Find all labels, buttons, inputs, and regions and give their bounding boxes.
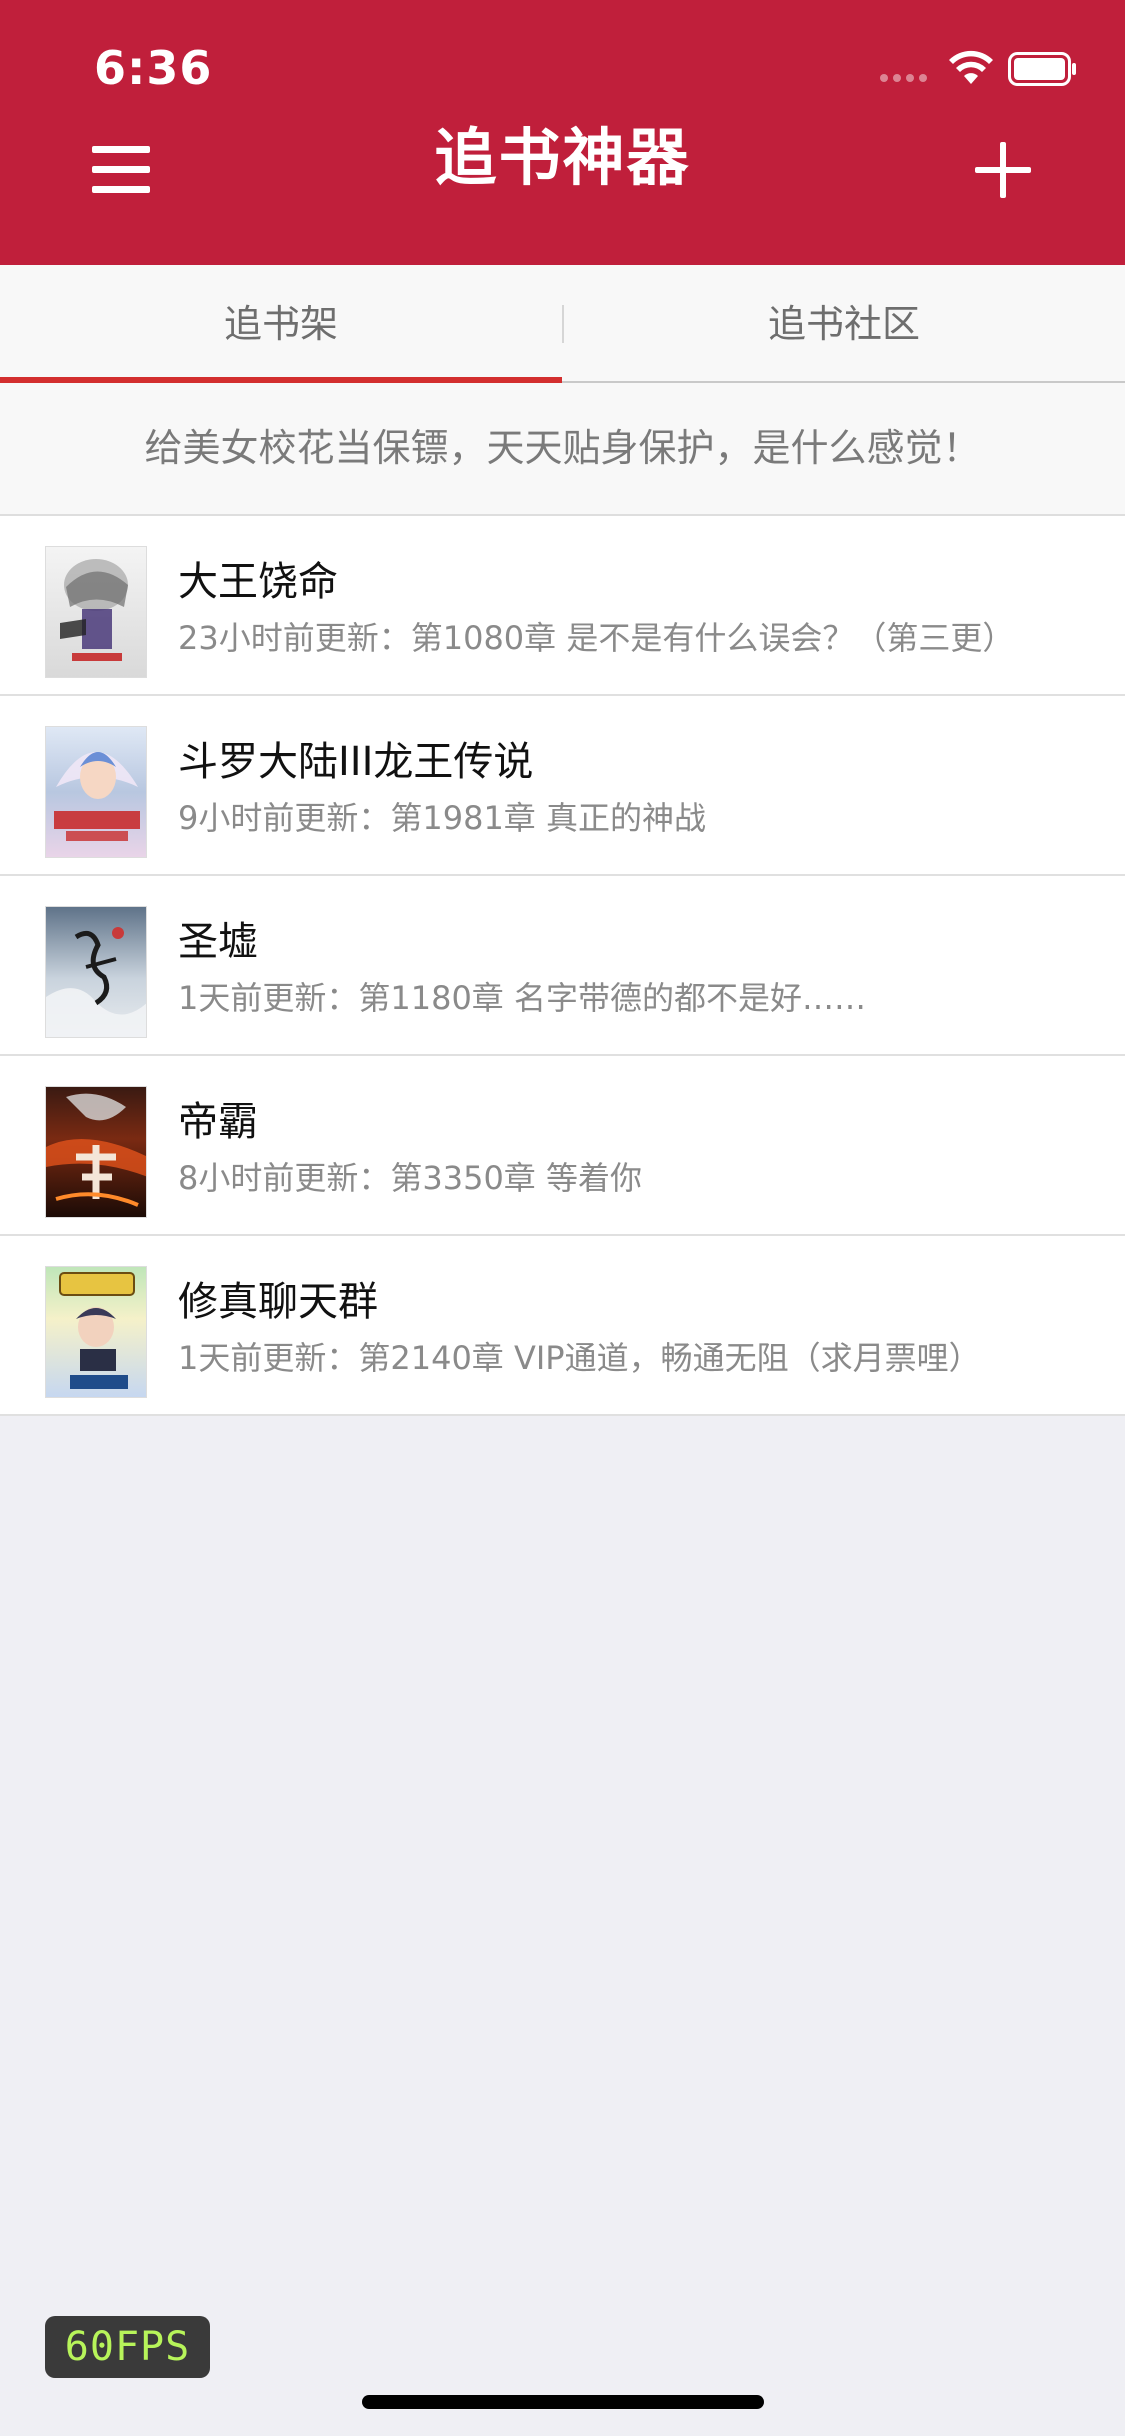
- promo-banner[interactable]: 给美女校花当保镖，天天贴身保护，是什么感觉！: [0, 383, 1125, 516]
- book-update-info: 1天前更新：第1180章 名字带德的都不是好……: [178, 979, 866, 1017]
- tab-community[interactable]: 追书社区: [563, 265, 1125, 383]
- status-time: 6:36: [94, 41, 213, 95]
- book-update-info: 9小时前更新：第1981章 真正的神战: [178, 799, 706, 837]
- book-cover-image: [45, 546, 147, 678]
- book-title: 斗罗大陆III龙王传说: [178, 739, 534, 785]
- app-title: 追书神器: [434, 121, 691, 194]
- book-title: 修真聊天群: [178, 1279, 378, 1325]
- fps-counter-badge: 60FPS: [45, 2316, 210, 2378]
- book-row-shengxu[interactable]: 圣墟 1天前更新：第1180章 名字带德的都不是好……: [0, 876, 1125, 1056]
- battery-icon: [1008, 52, 1076, 86]
- book-cover-image: [45, 906, 147, 1038]
- book-list: 大王饶命 23小时前更新：第1080章 是不是有什么误会？（第三更） 斗罗大陆I…: [0, 516, 1125, 1416]
- add-book-plus-icon[interactable]: [975, 142, 1031, 198]
- wifi-icon: [949, 50, 993, 84]
- home-indicator[interactable]: [362, 2395, 764, 2409]
- app-screen: 6:36 追书神器 追书架 追书社区 给美女校花当保镖，天天贴身保护，是什么感觉…: [0, 0, 1125, 2436]
- book-title: 帝霸: [178, 1099, 258, 1145]
- tab-bookshelf[interactable]: 追书架: [0, 265, 562, 383]
- book-row-diba[interactable]: 帝霸 8小时前更新：第3350章 等着你: [0, 1056, 1125, 1236]
- book-update-info: 1天前更新：第2140章 VIP通道，畅通无阻（求月票哩）: [178, 1339, 981, 1377]
- nav-header: 6:36 追书神器: [0, 0, 1125, 265]
- book-title: 圣墟: [178, 919, 258, 965]
- cellular-signal-icon: [880, 74, 932, 84]
- book-cover-image: [45, 1086, 147, 1218]
- book-row-dawangraoming[interactable]: 大王饶命 23小时前更新：第1080章 是不是有什么误会？（第三更）: [0, 516, 1125, 696]
- book-title: 大王饶命: [178, 559, 338, 605]
- book-row-xiuzhenliaotianqun[interactable]: 修真聊天群 1天前更新：第2140章 VIP通道，畅通无阻（求月票哩）: [0, 1236, 1125, 1416]
- tab-bar: 追书架 追书社区: [0, 265, 1125, 383]
- book-update-info: 8小时前更新：第3350章 等着你: [178, 1159, 642, 1197]
- book-cover-image: [45, 1266, 147, 1398]
- book-row-douluodalu[interactable]: 斗罗大陆III龙王传说 9小时前更新：第1981章 真正的神战: [0, 696, 1125, 876]
- book-cover-image: [45, 726, 147, 858]
- book-update-info: 23小时前更新：第1080章 是不是有什么误会？（第三更）: [178, 619, 1015, 657]
